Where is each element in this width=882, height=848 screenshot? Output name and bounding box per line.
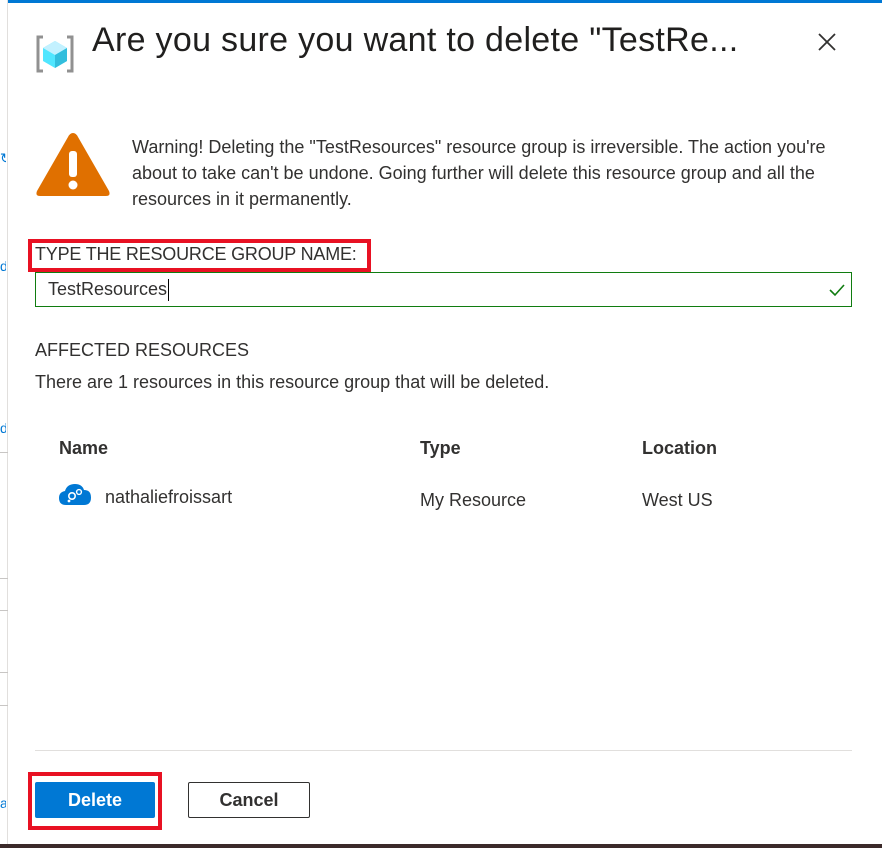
delete-resource-group-dialog: Are you sure you want to delete "TestRe.… bbox=[8, 0, 882, 844]
warning-icon bbox=[36, 133, 110, 196]
resource-group-name-input[interactable]: TestResources bbox=[35, 272, 852, 307]
resource-name-cell: nathaliefroissart bbox=[105, 487, 233, 507]
text-caret bbox=[168, 279, 170, 302]
background-divider bbox=[0, 578, 8, 579]
confirm-name-label: TYPE THE RESOURCE GROUP NAME: bbox=[35, 244, 357, 264]
background-fragment: d bbox=[0, 420, 6, 436]
resource-type-cell: My Resource bbox=[420, 490, 527, 510]
close-icon[interactable] bbox=[814, 29, 840, 55]
affected-resources-title: AFFECTED RESOURCES bbox=[35, 340, 250, 360]
background-fragment: a bbox=[0, 795, 6, 811]
resource-location-cell: West US bbox=[642, 490, 713, 510]
resource-group-icon bbox=[36, 35, 74, 73]
column-header-location: Location bbox=[642, 438, 717, 458]
input-value: TestResources bbox=[48, 279, 168, 299]
column-header-type: Type bbox=[420, 438, 461, 458]
warning-message: Warning! Deleting the "TestResources" re… bbox=[132, 137, 826, 209]
footer-divider bbox=[35, 750, 852, 751]
taskbar-edge bbox=[0, 844, 882, 848]
background-fragment: d bbox=[0, 258, 6, 274]
background-divider bbox=[0, 705, 8, 706]
delete-button[interactable]: Delete bbox=[35, 782, 155, 818]
checkmark-icon bbox=[829, 284, 845, 297]
background-fragment: ↻ bbox=[0, 150, 6, 166]
cloud-service-icon bbox=[59, 484, 91, 505]
affected-resources-description: There are 1 resources in this resource g… bbox=[35, 372, 550, 392]
background-divider bbox=[0, 610, 8, 611]
background-divider bbox=[0, 452, 8, 453]
column-header-name: Name bbox=[59, 438, 109, 458]
dialog-title: Are you sure you want to delete "TestRe.… bbox=[92, 21, 739, 59]
background-divider bbox=[0, 672, 8, 673]
cancel-button[interactable]: Cancel bbox=[188, 782, 310, 818]
